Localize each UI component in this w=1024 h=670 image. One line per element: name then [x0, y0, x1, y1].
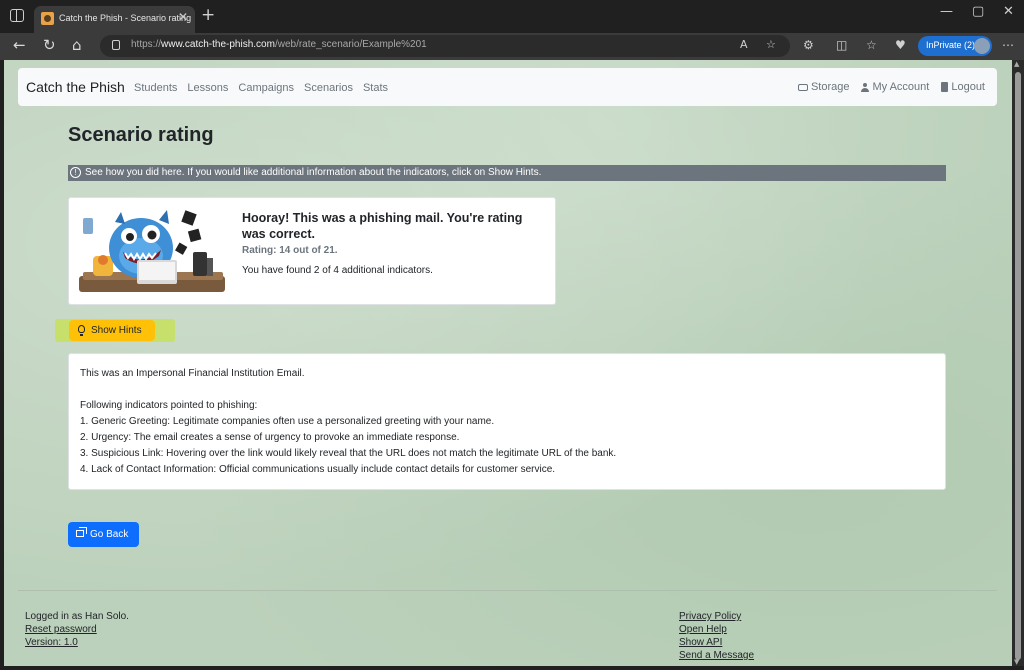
- nav-link-campaigns[interactable]: Campaigns: [238, 82, 294, 94]
- minimize-icon[interactable]: —: [940, 4, 953, 19]
- info-text: See how you did here. If you would like …: [85, 167, 542, 178]
- person-icon: [861, 82, 870, 92]
- info-banner: ! See how you did here. If you would lik…: [68, 165, 946, 181]
- lightbulb-icon: [78, 325, 85, 336]
- hints-intro: This was an Impersonal Financial Institu…: [80, 368, 305, 379]
- site-navbar: Catch the Phish Students Lessons Campaig…: [18, 68, 997, 106]
- nav-link-students[interactable]: Students: [134, 82, 177, 94]
- footer-links: Privacy Policy Open Help Show API Send a…: [679, 610, 754, 662]
- lock-icon: [112, 40, 120, 50]
- result-rating: Rating: 14 out of 21.: [242, 245, 338, 256]
- footer-account: Logged in as Han Solo. Reset password Ve…: [25, 610, 129, 649]
- result-card: Hooray! This was a phishing mail. You're…: [68, 197, 556, 305]
- door-icon: [941, 82, 949, 92]
- tab-title: Catch the Phish - Scenario rating: [59, 13, 192, 23]
- hint-item: 3. Suspicious Link: Hovering over the li…: [80, 448, 617, 459]
- hints-highlight: Show Hints: [55, 319, 175, 342]
- browser-tab[interactable]: Catch the Phish - Scenario rating ✕: [34, 6, 195, 33]
- inprivate-badge[interactable]: InPrivate (2): [918, 36, 992, 56]
- url-text: https://www.catch-the-phish.com/web/rate…: [131, 39, 427, 50]
- home-icon[interactable]: ⌂: [72, 36, 82, 54]
- scroll-down-icon[interactable]: ▼: [1014, 658, 1019, 666]
- page-scrollbar[interactable]: ▲ ▼: [1012, 60, 1024, 666]
- scroll-up-icon[interactable]: ▲: [1014, 60, 1019, 68]
- tab-actions-icon[interactable]: [10, 9, 24, 22]
- more-menu-icon[interactable]: ⋯: [1002, 38, 1014, 52]
- page-title: Scenario rating: [68, 124, 214, 146]
- refresh-icon[interactable]: ↻: [43, 36, 56, 54]
- nav-logout[interactable]: Logout: [941, 81, 985, 93]
- nav-link-scenarios[interactable]: Scenarios: [304, 82, 353, 94]
- storage-icon: [797, 83, 808, 91]
- open-help-link[interactable]: Open Help: [679, 623, 754, 636]
- result-headline: Hooray! This was a phishing mail. You're…: [242, 211, 523, 241]
- maximize-icon[interactable]: ▢: [972, 4, 984, 19]
- nav-link-lessons[interactable]: Lessons: [187, 82, 228, 94]
- nav-link-stats[interactable]: Stats: [363, 82, 388, 94]
- browser-essentials-icon[interactable]: ♥: [895, 38, 906, 52]
- hints-lead: Following indicators pointed to phishing…: [80, 400, 258, 411]
- read-aloud-icon[interactable]: A: [740, 38, 748, 51]
- profile-avatar: [974, 38, 990, 54]
- privacy-policy-link[interactable]: Privacy Policy: [679, 610, 754, 623]
- extensions-icon[interactable]: ⚙: [803, 38, 814, 52]
- window-close-icon[interactable]: ✕: [1003, 4, 1014, 19]
- go-back-button[interactable]: Go Back: [68, 522, 139, 547]
- split-screen-icon[interactable]: ◫: [836, 38, 847, 52]
- hint-item: 4. Lack of Contact Information: Official…: [80, 464, 556, 475]
- logged-in-text: Logged in as Han Solo.: [25, 611, 129, 622]
- send-message-link[interactable]: Send a Message: [679, 649, 754, 662]
- favorites-icon[interactable]: ☆: [866, 38, 877, 52]
- show-hints-button[interactable]: Show Hints: [69, 320, 155, 341]
- hints-card: This was an Impersonal Financial Institu…: [68, 353, 946, 490]
- nav-my-account[interactable]: My Account: [861, 81, 929, 93]
- back-arrow-icon[interactable]: ←: [13, 36, 26, 54]
- nav-storage[interactable]: Storage: [797, 81, 849, 93]
- reset-password-link[interactable]: Reset password: [25, 623, 129, 636]
- browser-titlebar: Catch the Phish - Scenario rating ✕ + — …: [0, 0, 1024, 33]
- show-api-link[interactable]: Show API: [679, 636, 754, 649]
- info-icon: !: [70, 167, 81, 178]
- version-link[interactable]: Version: 1.0: [25, 636, 129, 649]
- page-viewport: Catch the Phish Students Lessons Campaig…: [4, 60, 1012, 666]
- footer-divider: [18, 590, 997, 591]
- new-tab-icon[interactable]: +: [201, 5, 215, 25]
- address-bar[interactable]: https://www.catch-the-phish.com/web/rate…: [100, 35, 790, 57]
- tab-close-icon[interactable]: ✕: [178, 10, 188, 24]
- brand-logo[interactable]: Catch the Phish: [26, 79, 125, 95]
- scroll-thumb[interactable]: [1015, 72, 1021, 660]
- copy-icon: [76, 527, 87, 537]
- favorite-star-icon[interactable]: ☆: [766, 38, 776, 51]
- favicon-icon: [41, 12, 54, 25]
- monster-illustration: [79, 210, 225, 292]
- hint-item: 2. Urgency: The email creates a sense of…: [80, 432, 460, 443]
- result-indicators-found: You have found 2 of 4 additional indicat…: [242, 265, 433, 276]
- hint-item: 1. Generic Greeting: Legitimate companie…: [80, 416, 495, 427]
- browser-toolbar: ← ↻ ⌂ https://www.catch-the-phish.com/we…: [0, 33, 1024, 60]
